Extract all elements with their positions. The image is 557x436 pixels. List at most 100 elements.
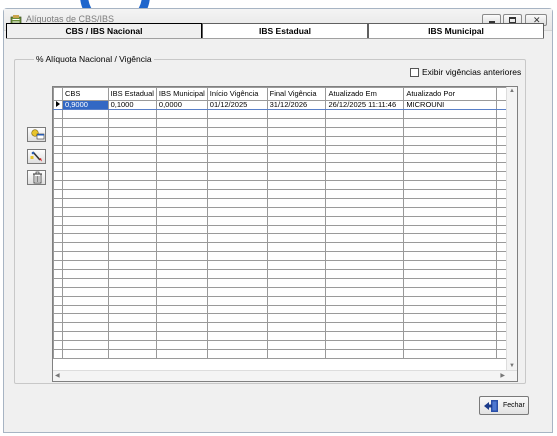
empty-cell[interactable] [62, 322, 109, 333]
empty-cell[interactable] [62, 286, 109, 297]
empty-cell[interactable] [107, 260, 157, 271]
scroll-up-icon[interactable]: ▲ [509, 88, 515, 94]
empty-cell[interactable] [266, 286, 327, 297]
table-row[interactable]: 0,9000 0,1000 0,0000 01/12/2025 31/12/20… [53, 100, 517, 110]
empty-cell[interactable] [155, 153, 208, 164]
empty-cell[interactable] [62, 117, 109, 128]
empty-cell[interactable] [206, 331, 268, 342]
empty-cell[interactable] [62, 189, 109, 199]
empty-cell[interactable] [107, 313, 157, 324]
empty-cell[interactable] [403, 260, 498, 271]
empty-cell[interactable] [266, 277, 327, 288]
empty-cell[interactable] [107, 349, 157, 359]
empty-cell[interactable] [325, 180, 405, 191]
empty-cell[interactable] [206, 304, 268, 315]
empty-cell[interactable] [403, 180, 498, 191]
empty-cell[interactable] [325, 162, 405, 173]
empty-cell[interactable] [155, 251, 208, 262]
empty-cell[interactable] [206, 162, 268, 173]
empty-table-row[interactable] [53, 269, 517, 279]
empty-table-row[interactable] [53, 109, 517, 119]
empty-table-row[interactable] [53, 295, 517, 306]
empty-table-row[interactable] [53, 340, 517, 351]
empty-cell[interactable] [206, 171, 268, 182]
empty-cell[interactable] [62, 295, 109, 306]
empty-cell[interactable] [325, 144, 405, 155]
empty-cell[interactable] [107, 215, 157, 226]
empty-cell[interactable] [325, 277, 405, 288]
empty-table-row[interactable] [53, 144, 517, 155]
empty-cell[interactable] [155, 171, 208, 182]
empty-cell[interactable] [155, 331, 208, 342]
empty-cell[interactable] [325, 286, 405, 297]
empty-cell[interactable] [107, 153, 157, 164]
empty-cell[interactable] [107, 322, 157, 333]
empty-cell[interactable] [266, 171, 327, 182]
empty-table-row[interactable] [53, 251, 517, 262]
empty-cell[interactable] [206, 233, 268, 244]
empty-cell[interactable] [155, 197, 208, 208]
empty-cell[interactable] [62, 171, 109, 182]
empty-cell[interactable] [107, 206, 157, 217]
empty-table-row[interactable] [53, 162, 517, 173]
column-header-ibs-estadual[interactable]: IBS Estadual [107, 87, 157, 101]
empty-cell[interactable] [325, 251, 405, 262]
empty-cell[interactable] [206, 153, 268, 164]
empty-cell[interactable] [155, 295, 208, 306]
empty-cell[interactable] [155, 242, 208, 253]
empty-cell[interactable] [107, 340, 157, 351]
empty-cell[interactable] [206, 180, 268, 191]
empty-cell[interactable] [403, 197, 498, 208]
empty-cell[interactable] [62, 340, 109, 351]
empty-cell[interactable] [155, 144, 208, 155]
column-header-cbs[interactable]: CBS [62, 87, 109, 101]
empty-cell[interactable] [266, 117, 327, 128]
empty-cell[interactable] [107, 189, 157, 199]
empty-table-row[interactable] [53, 126, 517, 137]
empty-cell[interactable] [266, 251, 327, 262]
empty-cell[interactable] [206, 313, 268, 324]
empty-cell[interactable] [206, 295, 268, 306]
empty-cell[interactable] [403, 117, 498, 128]
empty-cell[interactable] [266, 295, 327, 306]
empty-cell[interactable] [155, 135, 208, 146]
empty-cell[interactable] [403, 109, 498, 119]
empty-cell[interactable] [403, 269, 498, 279]
empty-cell[interactable] [325, 340, 405, 351]
tab-ibs-municipal[interactable]: IBS Municipal [368, 23, 544, 39]
empty-cell[interactable] [403, 233, 498, 244]
empty-cell[interactable] [155, 286, 208, 297]
aliquotas-grid[interactable]: CBS IBS Estadual IBS Municipal Início Vi… [52, 86, 518, 382]
empty-cell[interactable] [62, 277, 109, 288]
cell-ibs-estadual[interactable]: 0,1000 [107, 100, 157, 110]
empty-cell[interactable] [62, 242, 109, 253]
empty-cell[interactable] [62, 153, 109, 164]
empty-table-row[interactable] [53, 304, 517, 315]
empty-cell[interactable] [107, 304, 157, 315]
empty-cell[interactable] [155, 117, 208, 128]
empty-table-row[interactable] [53, 331, 517, 342]
empty-cell[interactable] [325, 322, 405, 333]
empty-table-row[interactable] [53, 242, 517, 253]
cell-final-vigencia[interactable]: 31/12/2026 [266, 100, 327, 110]
empty-cell[interactable] [206, 197, 268, 208]
horizontal-scrollbar[interactable]: ◀ ▶ [53, 370, 517, 381]
empty-table-row[interactable] [53, 313, 517, 324]
empty-cell[interactable] [107, 144, 157, 155]
empty-cell[interactable] [266, 349, 327, 359]
empty-table-row[interactable] [53, 135, 517, 146]
empty-cell[interactable] [107, 171, 157, 182]
show-previous-checkbox[interactable] [410, 68, 419, 77]
empty-cell[interactable] [266, 233, 327, 244]
empty-cell[interactable] [325, 269, 405, 279]
tab-cbs-ibs-nacional[interactable]: CBS / IBS Nacional [6, 23, 202, 39]
empty-cell[interactable] [62, 313, 109, 324]
empty-cell[interactable] [206, 126, 268, 137]
empty-cell[interactable] [62, 162, 109, 173]
empty-cell[interactable] [206, 260, 268, 271]
empty-cell[interactable] [107, 331, 157, 342]
empty-table-row[interactable] [53, 171, 517, 182]
cell-inicio-vigencia[interactable]: 01/12/2025 [206, 100, 268, 110]
empty-table-row[interactable] [53, 153, 517, 164]
scroll-left-icon[interactable]: ◀ [55, 372, 60, 379]
